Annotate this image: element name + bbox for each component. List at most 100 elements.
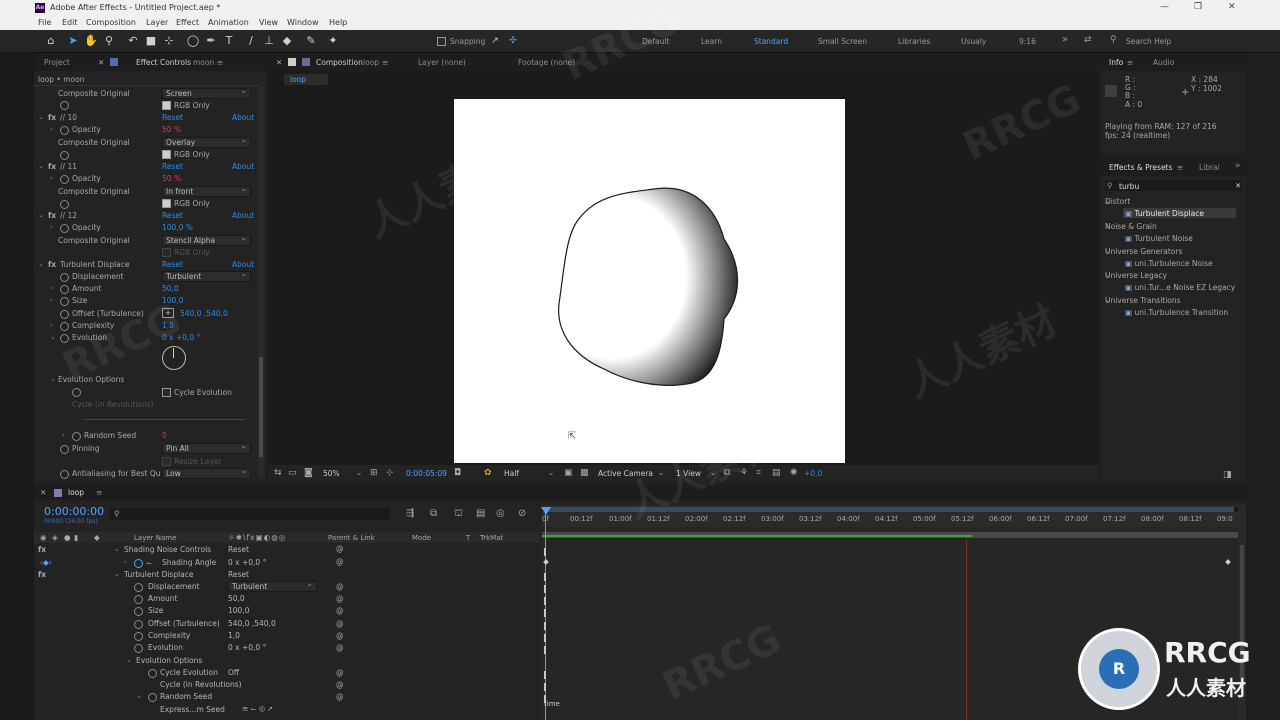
composite-dropdown-2[interactable]: Overlay [162,135,251,148]
cycle-evolution-checkbox[interactable] [162,388,171,397]
graph-editor-icon[interactable]: ⊘ [518,508,526,519]
stopwatch-icon[interactable] [134,595,143,604]
viewer-timecode[interactable]: 0:00:05:09 [406,469,447,478]
stopwatch-icon[interactable] [60,126,69,135]
flowchart-icon[interactable]: ⌗ [756,468,761,478]
tl-shading-reset[interactable]: Reset [228,545,249,554]
expression-controls-icons[interactable]: ≡⌙◎➚ [242,704,275,713]
viewer-tab-close-icon[interactable]: ✕ [276,58,282,67]
dropdown-arrow-icon[interactable]: ⌄ [710,468,716,477]
cycle-slider[interactable] [84,419,244,420]
stopwatch-active-icon[interactable] [134,559,143,568]
layer-marker[interactable] [544,695,546,703]
comp-mini-flowchart-icon[interactable]: ⇶ [406,508,414,519]
tab-audio[interactable]: Audio [1153,58,1174,67]
stopwatch-icon[interactable] [60,151,69,160]
timeline-current-time[interactable]: 0:00:00:00 [44,505,104,518]
stopwatch-icon[interactable] [148,693,157,702]
menu-effect[interactable]: Effect [176,18,199,27]
menu-view[interactable]: View [259,18,278,27]
stopwatch-icon[interactable] [72,432,81,441]
pick-whip-icon[interactable]: @ [336,544,344,553]
layer-marker[interactable] [544,622,546,630]
new-folder-icon[interactable]: ◨ [1223,470,1232,480]
region-of-interest-icon[interactable]: ▭ [288,468,297,478]
effects-search-box[interactable]: ⚲ turbu ✕ [1105,180,1242,191]
stopwatch-icon[interactable] [134,583,143,592]
camera-dropdown[interactable]: Active Camera [598,469,653,478]
effect-controls-lock-icon[interactable] [110,58,118,66]
antialiasing-dropdown[interactable]: Low [162,466,251,479]
composite-dropdown-4[interactable]: Stencil Alpha [162,233,251,246]
viewer-panel-menu-icon[interactable]: ≡ [382,58,388,67]
eraser-tool-icon[interactable]: ◆ [280,34,294,48]
pick-whip-icon[interactable]: @ [336,606,344,615]
viewer-lock-icon[interactable] [288,58,296,66]
menu-composition[interactable]: Composition [86,18,136,27]
opacity-value-12[interactable]: 100,0 % [162,223,193,232]
layer-marker[interactable] [544,683,546,691]
amount-value[interactable]: 50,0 [162,284,179,293]
clone-stamp-tool-icon[interactable]: ⊥ [262,34,276,48]
work-area-bar[interactable] [542,507,1238,512]
offset-value[interactable]: 540,0 ,540,0 [180,309,228,318]
home-icon[interactable]: ⌂ [44,34,58,48]
reset-12-link[interactable]: Reset [162,211,183,220]
snapshot-camera-icon[interactable]: ◘ [454,468,461,478]
stopwatch-icon[interactable] [60,297,69,306]
selection-tool-icon[interactable]: ➤ [66,34,80,48]
resolution-dropdown[interactable]: Half [504,469,519,478]
label-tag-icon[interactable]: ◆ [94,533,100,542]
tab-libraries[interactable]: Librai [1199,163,1220,172]
expand-icon[interactable]: ⌄ [50,333,56,341]
audio-switch-icon[interactable]: ◈ [52,533,58,542]
fx-icon[interactable]: fx [48,260,56,269]
expand-icon[interactable]: ⌄ [50,375,56,383]
more-tabs-icon[interactable]: » [1235,161,1241,171]
column-mode[interactable]: Mode [412,534,431,542]
layer-duration-bar[interactable] [542,532,1238,538]
effect-item-uni-turbulence-noise[interactable]: ▣ uni.Turbulence Noise [1125,259,1213,268]
column-parent-link[interactable]: Parent & Link [328,534,375,542]
expand-icon[interactable]: ⌄ [38,211,44,219]
lock-switch-icon[interactable]: ▮ [74,533,78,542]
resize-layer-checkbox[interactable] [162,457,171,466]
column-trkmat[interactable]: TrkMat [480,534,503,542]
column-layer-name[interactable]: Layer Name [134,534,176,542]
expand-icon[interactable]: ⌄ [114,545,120,553]
tab-info[interactable]: Info [1109,58,1123,67]
size-value[interactable]: 100,0 [162,296,183,305]
maximize-icon[interactable]: ❐ [1194,2,1202,12]
category-universe-legacy[interactable]: ⌄ Universe Legacy [1105,271,1167,280]
panel-menu-icon[interactable]: ≡ [217,58,223,67]
stopwatch-icon[interactable] [134,607,143,616]
layer-marker[interactable] [544,585,546,593]
fx-icon[interactable]: fx [38,570,46,579]
pick-whip-icon[interactable]: @ [336,668,344,677]
timeline-tab-close-icon[interactable]: ✕ [40,488,46,497]
brush-tool-icon[interactable]: ∕ [244,34,258,48]
always-preview-icon[interactable]: ⇆ [274,468,282,478]
timeline-search-box[interactable]: ⚲ [110,508,390,520]
tab-composition[interactable]: Composition [316,58,363,67]
expand-icon[interactable]: ⌄ [38,260,44,268]
comp-breadcrumb[interactable]: loop [284,74,328,85]
reset-11-link[interactable]: Reset [162,162,183,171]
tl-cycle-evolution-value[interactable]: Off [228,668,239,677]
workspace-9-16[interactable]: 9:16 [1019,37,1036,46]
keyframe-nav-icon[interactable]: ‹◆› [40,558,52,567]
pan-behind-tool-icon[interactable]: ⊹ [162,34,176,48]
snapping-checkbox[interactable] [437,37,446,46]
timeline-panel-menu-icon[interactable]: ≡ [96,488,102,497]
effect-item-turbulent-displace[interactable]: ▣ Turbulent Displace [1125,209,1204,218]
roi-icon[interactable]: ▣ [564,468,573,478]
reset-10-link[interactable]: Reset [162,113,183,122]
tl-turbulent-reset[interactable]: Reset [228,570,249,579]
effect-item-uni-turbulent-legacy[interactable]: ▣ uni.Tur...e Noise EZ Legacy [1125,283,1235,292]
tab-project[interactable]: Project [44,58,70,67]
stopwatch-icon[interactable] [60,273,69,282]
color-management-icon[interactable]: ✿ [484,468,492,478]
rgb-only-checkbox-3[interactable] [162,199,171,208]
puppet-tool-icon[interactable]: ✦ [326,34,340,48]
layer-marker[interactable] [544,548,546,556]
